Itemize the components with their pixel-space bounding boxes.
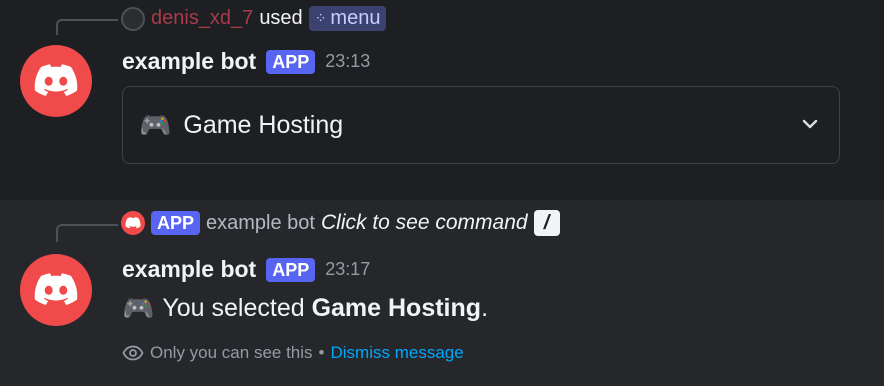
message-content: 🎮 You selected Game Hosting . (122, 293, 488, 324)
separator: • (318, 343, 325, 362)
content-prefix: You selected (162, 294, 312, 322)
discord-logo-icon (125, 217, 141, 229)
bot-name[interactable]: example bot (122, 48, 256, 75)
reply-context[interactable]: denis_xd_7 used ⁘ menu (121, 6, 387, 31)
dismiss-message-link[interactable]: Dismiss message (330, 343, 463, 363)
timestamp[interactable]: 23:13 (325, 51, 370, 72)
timestamp[interactable]: 23:17 (325, 259, 370, 280)
message-1: denis_xd_7 used ⁘ menu example bot APP 2… (0, 0, 884, 200)
select-menu-value: Game Hosting (183, 110, 344, 139)
message-header: example bot APP 23:13 (122, 48, 370, 75)
app-badge: APP (266, 257, 316, 282)
click-to-see-command[interactable]: Click to see command (321, 211, 528, 235)
command-icon: ⁘ (314, 10, 327, 26)
ephemeral-notice: Only you can see this • Dismiss message (122, 343, 464, 363)
reply-used-text: used (259, 7, 303, 29)
game-controller-icon: 🎮 (139, 109, 172, 140)
reference-app-badge: APP (151, 211, 201, 235)
discord-logo-icon (34, 273, 78, 305)
discord-logo-icon (34, 64, 78, 96)
bot-avatar[interactable] (20, 254, 92, 326)
game-controller-icon: 🎮 (122, 293, 155, 323)
command-name: menu (330, 7, 381, 29)
chevron-down-icon[interactable] (799, 113, 821, 135)
app-badge: APP (266, 49, 316, 74)
slash-command-icon[interactable]: / (533, 210, 560, 236)
reply-connector (56, 19, 118, 35)
reply-connector (56, 224, 118, 242)
ephemeral-text: Only you can see this (150, 343, 313, 362)
command-reference[interactable]: APP example bot Click to see command / (121, 210, 560, 236)
bot-avatar[interactable] (20, 45, 92, 117)
content-suffix: . (481, 294, 489, 322)
bot-mini-avatar[interactable] (121, 211, 145, 235)
reference-bot-name[interactable]: example bot (206, 212, 315, 235)
reply-username[interactable]: denis_xd_7 (151, 7, 253, 30)
content-bold: Game Hosting (311, 294, 482, 322)
message-header: example bot APP 23:17 (122, 256, 370, 283)
bot-name[interactable]: example bot (122, 256, 256, 283)
select-menu[interactable]: 🎮 Game Hosting (122, 86, 840, 164)
command-mention[interactable]: ⁘ menu (308, 6, 387, 31)
eye-icon (122, 345, 144, 361)
user-avatar[interactable] (121, 6, 145, 31)
